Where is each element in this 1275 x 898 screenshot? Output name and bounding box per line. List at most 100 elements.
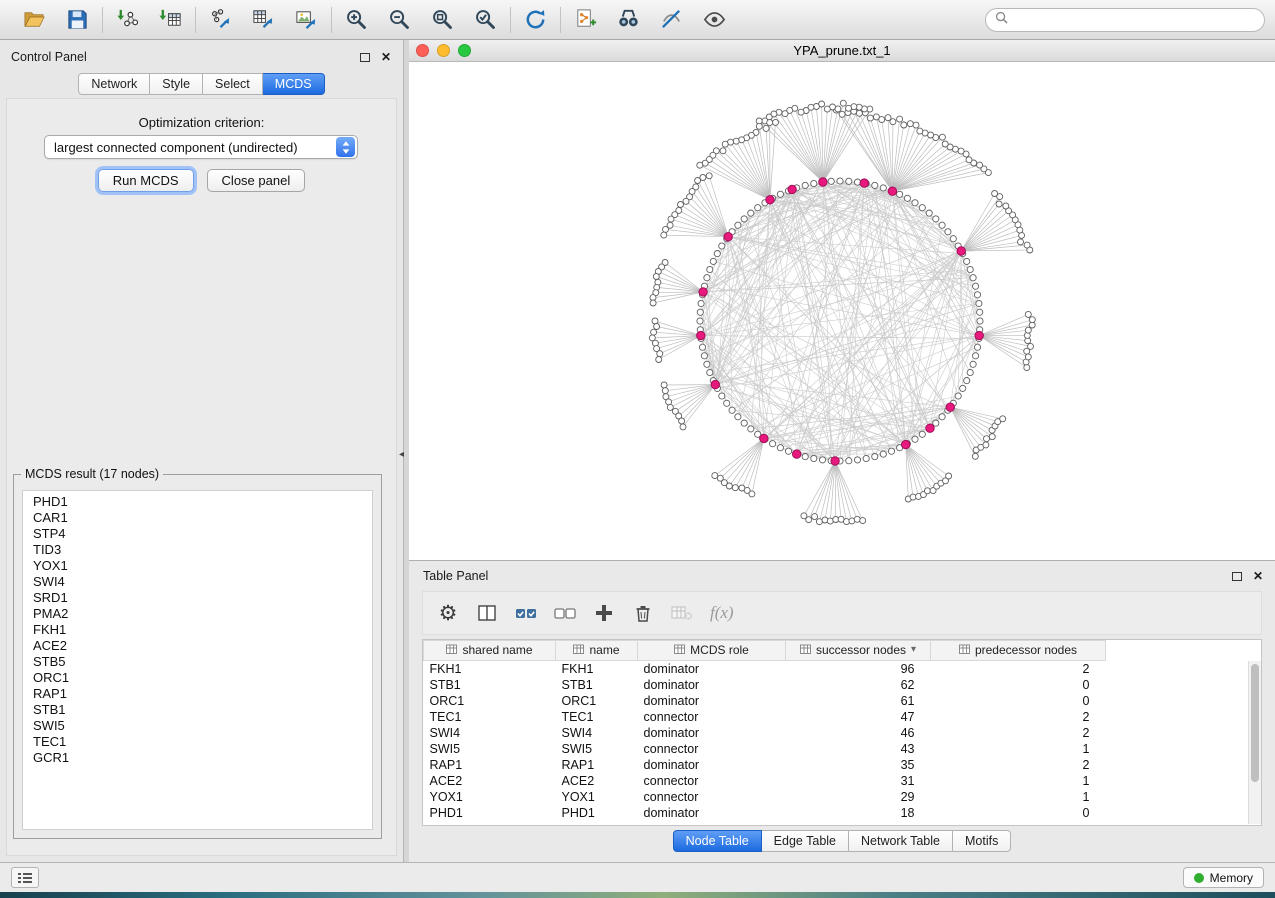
splitter-collapse-icon[interactable]: ◂ (399, 450, 404, 460)
window-minimize-button[interactable] (437, 44, 450, 57)
column-header-MCDS-role[interactable]: MCDS role (638, 641, 786, 661)
mcds-result-item[interactable]: FKH1 (23, 622, 372, 638)
window-zoom-button[interactable] (458, 44, 471, 57)
deselect-all-icon[interactable] (550, 599, 580, 627)
search-binoculars-icon[interactable] (615, 6, 642, 33)
table-row[interactable]: STB1STB1dominator620 (424, 677, 1262, 693)
clone-network-icon[interactable] (572, 6, 599, 33)
save-icon[interactable] (64, 6, 91, 33)
mcds-result-item[interactable]: STB1 (23, 702, 372, 718)
scrollbar-thumb[interactable] (1251, 664, 1259, 782)
table-cell: dominator (638, 805, 786, 821)
table-cell: 47 (786, 709, 931, 725)
task-history-button[interactable] (11, 867, 39, 888)
memory-button[interactable]: Memory (1183, 867, 1264, 888)
table-cell: ACE2 (556, 773, 638, 789)
table-cell-empty (1106, 773, 1262, 789)
mcds-result-item[interactable]: ACE2 (23, 638, 372, 654)
table-row[interactable]: ORC1ORC1dominator610 (424, 693, 1262, 709)
table-cell-empty (1106, 757, 1262, 773)
float-table-panel-icon[interactable] (1232, 572, 1242, 581)
style-off-icon[interactable] (658, 6, 685, 33)
table-cell: FKH1 (424, 661, 556, 677)
close-panel-button[interactable]: Close panel (207, 169, 306, 192)
zoom-in-icon[interactable] (343, 6, 370, 33)
import-network-icon[interactable] (114, 6, 141, 33)
mcds-result-item[interactable]: STP4 (23, 526, 372, 542)
table-cell: 29 (786, 789, 931, 805)
search-box[interactable] (985, 8, 1265, 32)
column-header-name[interactable]: name (556, 641, 638, 661)
columns-icon[interactable] (472, 599, 502, 627)
tab-select[interactable]: Select (203, 73, 263, 95)
criterion-dropdown[interactable]: largest connected component (undirected) (44, 135, 358, 159)
mcds-result-item[interactable]: YOX1 (23, 558, 372, 574)
export-network-icon[interactable] (207, 6, 234, 33)
network-canvas[interactable] (409, 62, 1275, 560)
table-cell: 2 (931, 661, 1106, 677)
gear-icon[interactable]: ⚙ (433, 599, 463, 627)
mcds-result-list[interactable]: PHD1CAR1STP4TID3YOX1SWI4SRD1PMA2FKH1ACE2… (22, 490, 373, 830)
mcds-result-item[interactable]: GCR1 (23, 750, 372, 766)
table-cell: 43 (786, 741, 931, 757)
column-header-predecessor-nodes[interactable]: predecessor nodes (931, 641, 1106, 661)
tab-style[interactable]: Style (150, 73, 203, 95)
mcds-result-item[interactable]: TEC1 (23, 734, 372, 750)
import-table-icon[interactable] (157, 6, 184, 33)
network-graph[interactable] (409, 62, 1275, 560)
zoom-out-icon[interactable] (386, 6, 413, 33)
select-all-icon[interactable] (511, 599, 541, 627)
zoom-fit-icon[interactable] (429, 6, 456, 33)
table-tab-motifs[interactable]: Motifs (953, 830, 1011, 852)
table-row[interactable]: SWI5SWI5connector431 (424, 741, 1262, 757)
table-tab-node-table[interactable]: Node Table (673, 830, 762, 852)
trash-icon[interactable] (628, 599, 658, 627)
export-table-icon[interactable] (250, 6, 277, 33)
mcds-result-item[interactable]: PHD1 (23, 494, 372, 510)
close-panel-icon[interactable]: ✕ (381, 51, 391, 63)
mcds-result-item[interactable]: PMA2 (23, 606, 372, 622)
table-row[interactable]: YOX1YOX1connector291 (424, 789, 1262, 805)
criterion-dropdown-value: largest connected component (undirected) (45, 140, 336, 155)
mcds-result-item[interactable]: SWI4 (23, 574, 372, 590)
table-cell: YOX1 (424, 789, 556, 805)
mcds-result-item[interactable]: ORC1 (23, 670, 372, 686)
table-tab-edge-table[interactable]: Edge Table (762, 830, 849, 852)
table-cell: 46 (786, 725, 931, 741)
status-bar: Memory (0, 862, 1275, 892)
refresh-layout-icon[interactable] (522, 6, 549, 33)
table-tab-network-table[interactable]: Network Table (849, 830, 953, 852)
table-row[interactable]: RAP1RAP1dominator352 (424, 757, 1262, 773)
show-eye-icon[interactable] (701, 6, 728, 33)
table-row[interactable]: SWI4SWI4dominator462 (424, 725, 1262, 741)
table-scrollbar[interactable] (1248, 661, 1261, 824)
tab-mcds[interactable]: MCDS (263, 73, 325, 95)
add-column-icon[interactable] (589, 599, 619, 627)
control-panel-tabs: NetworkStyleSelectMCDS (0, 73, 403, 95)
table-row[interactable]: ACE2ACE2connector311 (424, 773, 1262, 789)
column-header-shared-name[interactable]: shared name (424, 641, 556, 661)
open-folder-icon[interactable] (21, 6, 48, 33)
table-row[interactable]: FKH1FKH1dominator962 (424, 661, 1262, 677)
float-panel-icon[interactable] (360, 53, 370, 62)
export-image-icon[interactable] (293, 6, 320, 33)
column-header-successor-nodes[interactable]: successor nodes▾ (786, 641, 931, 661)
tab-network[interactable]: Network (78, 73, 150, 95)
close-table-panel-icon[interactable]: ✕ (1253, 570, 1263, 582)
zoom-selected-icon[interactable] (472, 6, 499, 33)
search-input[interactable] (1014, 13, 1255, 27)
mcds-result-item[interactable]: RAP1 (23, 686, 372, 702)
network-window-titlebar[interactable]: YPA_prune.txt_1 (409, 40, 1275, 62)
table-cell: SWI5 (556, 741, 638, 757)
mcds-result-item[interactable]: SWI5 (23, 718, 372, 734)
run-mcds-button[interactable]: Run MCDS (98, 169, 194, 192)
mcds-result-item[interactable]: CAR1 (23, 510, 372, 526)
mcds-result-item[interactable]: TID3 (23, 542, 372, 558)
mcds-result-item[interactable]: SRD1 (23, 590, 372, 606)
mcds-result-item[interactable]: STB5 (23, 654, 372, 670)
window-close-button[interactable] (416, 44, 429, 57)
table-row[interactable]: TEC1TEC1connector472 (424, 709, 1262, 725)
table-cell: YOX1 (556, 789, 638, 805)
table-row[interactable]: PHD1PHD1dominator180 (424, 805, 1262, 821)
table-cell: 96 (786, 661, 931, 677)
